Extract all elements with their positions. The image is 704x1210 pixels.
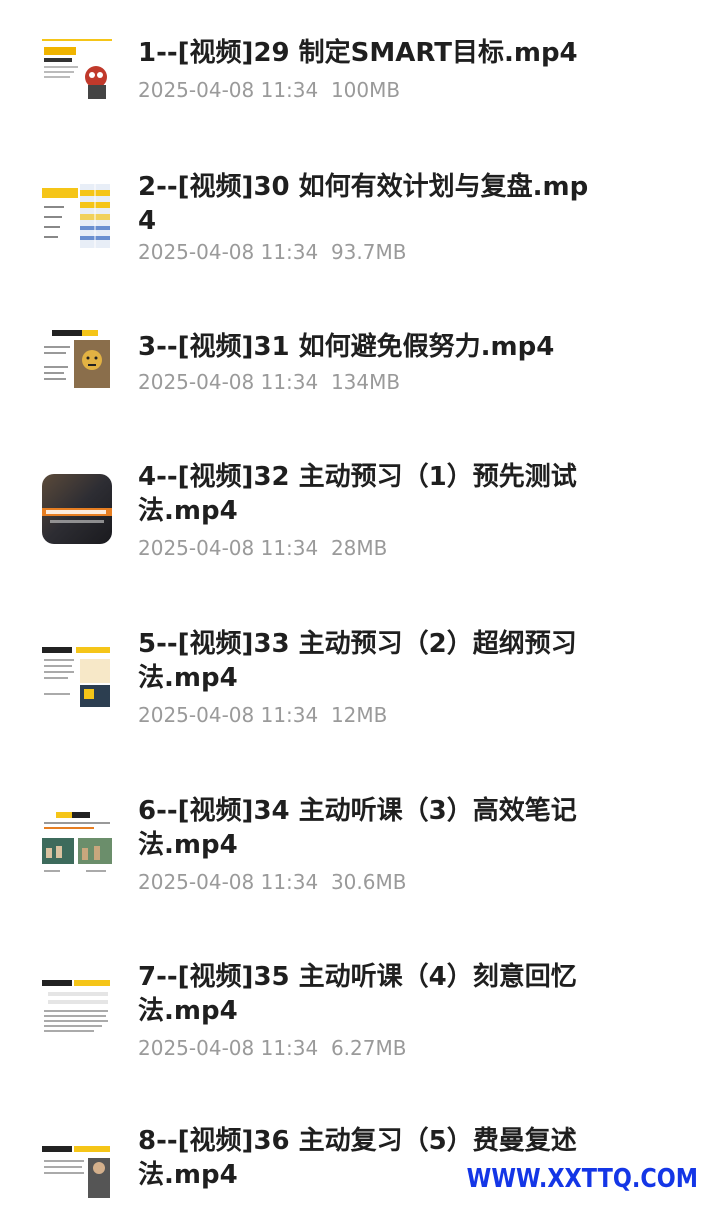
list-item[interactable]: 7--[视频]35 主动听课（4）刻意回忆 法.mp4 2025-04-08 1… [0,960,704,1070]
file-size: 12MB [330,703,388,727]
file-size: 30.6MB [330,870,407,894]
list-item[interactable]: 3--[视频]31 如何避免假努力.mp4 2025-04-08 11:34 1… [0,326,704,410]
list-item[interactable]: 4--[视频]32 主动预习（1）预先测试 法.mp4 2025-04-08 1… [0,460,704,570]
file-meta: 2025-04-08 11:34 93.7MB [138,240,406,264]
file-size: 28MB [330,536,388,560]
file-date: 2025-04-08 11:34 [138,78,319,102]
watermark: WWW.XXTTQ.COM [466,1164,698,1194]
file-date: 2025-04-08 11:34 [138,1036,319,1060]
file-name: 5--[视频]33 主动预习（2）超纲预习 法.mp4 [138,629,577,693]
file-name: 3--[视频]31 如何避免假努力.mp4 [138,332,555,362]
slide-thumbnail-icon [42,974,112,1044]
list-item[interactable]: 1--[视频]29 制定SMART目标.mp4 2025-04-08 11:34… [0,30,704,140]
video-thumbnail [42,808,112,878]
file-size: 93.7MB [330,240,407,264]
list-item[interactable]: 2--[视频]30 如何有效计划与复盘.mp 4 2025-04-08 11:3… [0,170,704,280]
video-thumbnail [42,974,112,1044]
slide-thumbnail-icon [42,180,112,250]
file-name: 7--[视频]35 主动听课（4）刻意回忆 法.mp4 [138,962,577,1026]
file-date: 2025-04-08 11:34 [138,370,319,394]
file-name: 1--[视频]29 制定SMART目标.mp4 [138,38,578,68]
file-name: 4--[视频]32 主动预习（1）预先测试 法.mp4 [138,462,577,526]
file-name: 2--[视频]30 如何有效计划与复盘.mp 4 [138,172,589,236]
video-thumbnail [42,474,112,544]
slide-thumbnail-icon [42,326,112,396]
video-thumbnail [42,326,112,396]
video-thumbnail [42,641,112,711]
list-item[interactable]: 5--[视频]33 主动预习（2）超纲预习 法.mp4 2025-04-08 1… [0,627,704,737]
file-size: 100MB [330,78,401,102]
file-meta: 2025-04-08 11:34 12MB [138,703,387,727]
slide-thumbnail-icon [42,808,112,878]
list-item[interactable]: 6--[视频]34 主动听课（3）高效笔记 法.mp4 2025-04-08 1… [0,794,704,904]
slide-thumbnail-icon [42,641,112,711]
video-thumbnail [42,180,112,250]
file-meta: 2025-04-08 11:34 134MB [138,370,400,394]
video-thumbnail-icon [42,474,112,544]
file-date: 2025-04-08 11:34 [138,536,319,560]
file-meta: 2025-04-08 11:34 30.6MB [138,870,406,894]
file-date: 2025-04-08 11:34 [138,240,319,264]
video-thumbnail [42,35,112,105]
file-meta: 2025-04-08 11:34 6.27MB [138,1036,406,1060]
file-size: 134MB [330,370,401,394]
slide-thumbnail-icon [42,35,112,105]
file-size: 6.27MB [330,1036,407,1060]
file-meta: 2025-04-08 11:34 28MB [138,536,387,560]
file-meta: 2025-04-08 11:34 100MB [138,78,400,102]
file-name: 6--[视频]34 主动听课（3）高效笔记 法.mp4 [138,796,577,860]
file-date: 2025-04-08 11:34 [138,703,319,727]
file-date: 2025-04-08 11:34 [138,870,319,894]
